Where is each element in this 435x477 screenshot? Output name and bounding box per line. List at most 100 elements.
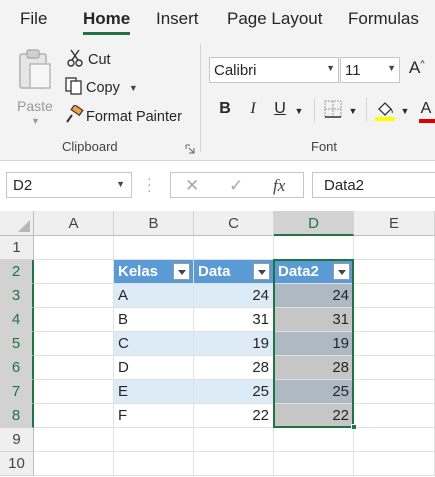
cell-e8[interactable] [354, 404, 435, 428]
table-cell[interactable]: 22 [194, 404, 274, 428]
cell-d9[interactable] [274, 428, 354, 452]
tab-home[interactable]: Home [83, 9, 130, 29]
table-cell[interactable]: 28 [274, 356, 354, 380]
cell-e2[interactable] [354, 260, 435, 284]
cell-c10[interactable] [194, 452, 274, 476]
row-header-2[interactable]: 2 [0, 260, 34, 284]
font-color-button[interactable]: A [417, 100, 435, 123]
cell-c9[interactable] [194, 428, 274, 452]
italic-button[interactable]: I [244, 100, 262, 122]
dialog-launcher-icon[interactable] [185, 141, 195, 154]
cell-a3[interactable] [34, 284, 114, 308]
format-painter-button[interactable]: Format Painter [64, 103, 182, 129]
chevron-down-icon[interactable]: ▼ [399, 100, 411, 122]
cell-e5[interactable] [354, 332, 435, 356]
column-header-b[interactable]: B [114, 211, 194, 236]
increase-font-size-button[interactable]: A^ [409, 58, 425, 78]
table-cell[interactable]: F [114, 404, 194, 428]
select-all-button[interactable] [0, 211, 34, 236]
chevron-down-icon[interactable]: ▼ [129, 83, 138, 93]
fill-handle[interactable] [351, 424, 357, 430]
font-size-select[interactable]: 11 ▼ [340, 57, 400, 83]
copy-button[interactable]: Copy ▼ [64, 76, 138, 100]
filter-dropdown-icon[interactable] [173, 263, 190, 280]
cell-e3[interactable] [354, 284, 435, 308]
fill-color-icon[interactable] [374, 100, 396, 122]
table-cell[interactable]: 19 [274, 332, 354, 356]
filter-dropdown-icon[interactable] [333, 263, 350, 280]
paste-button[interactable]: Paste ▼ [12, 46, 58, 130]
cell-a8[interactable] [34, 404, 114, 428]
cell-a6[interactable] [34, 356, 114, 380]
cell-a7[interactable] [34, 380, 114, 404]
cell-e9[interactable] [354, 428, 435, 452]
function-icon[interactable]: fx [273, 176, 285, 196]
row-header-5[interactable]: 5 [0, 332, 34, 356]
formula-input[interactable]: Data2 [312, 172, 435, 198]
cell-e4[interactable] [354, 308, 435, 332]
table-cell[interactable]: C [114, 332, 194, 356]
column-header-d[interactable]: D [274, 211, 354, 236]
cell-d1[interactable] [274, 236, 354, 260]
cell-a10[interactable] [34, 452, 114, 476]
name-box[interactable]: D2 ▼ [6, 172, 132, 198]
cell-d10[interactable] [274, 452, 354, 476]
cell-a1[interactable] [34, 236, 114, 260]
cell-e1[interactable] [354, 236, 435, 260]
filter-dropdown-icon[interactable] [253, 263, 270, 280]
table-cell[interactable]: A [114, 284, 194, 308]
table-header-data[interactable]: Data [194, 260, 274, 284]
table-cell[interactable]: 31 [194, 308, 274, 332]
cell-a5[interactable] [34, 332, 114, 356]
cell-e7[interactable] [354, 380, 435, 404]
tab-insert[interactable]: Insert [156, 9, 199, 29]
table-cell[interactable]: 25 [274, 380, 354, 404]
row-header-9[interactable]: 9 [0, 428, 34, 452]
cell-b9[interactable] [114, 428, 194, 452]
check-icon[interactable]: ✓ [229, 176, 243, 196]
drag-handle-icon[interactable]: · · · [147, 171, 152, 197]
underline-button[interactable]: U [271, 100, 289, 122]
cell-a4[interactable] [34, 308, 114, 332]
cell-a9[interactable] [34, 428, 114, 452]
table-cell[interactable]: 24 [274, 284, 354, 308]
row-header-10[interactable]: 10 [0, 452, 34, 476]
row-header-6[interactable]: 6 [0, 356, 34, 380]
row-header-7[interactable]: 7 [0, 380, 34, 404]
table-cell[interactable]: 25 [194, 380, 274, 404]
table-cell[interactable]: 31 [274, 308, 354, 332]
chevron-down-icon[interactable]: ▼ [293, 100, 305, 122]
cell-a2[interactable] [34, 260, 114, 284]
cut-button[interactable]: Cut [66, 48, 111, 72]
table-header-kelas[interactable]: Kelas [114, 260, 194, 284]
row-header-8[interactable]: 8 [0, 404, 34, 428]
row-header-4[interactable]: 4 [0, 308, 34, 332]
table-cell[interactable]: 19 [194, 332, 274, 356]
bold-button[interactable]: B [216, 100, 234, 122]
cell-e10[interactable] [354, 452, 435, 476]
row-header-1[interactable]: 1 [0, 236, 34, 260]
scissors-icon [66, 48, 88, 72]
table-cell[interactable]: 24 [194, 284, 274, 308]
table-cell[interactable]: D [114, 356, 194, 380]
table-cell[interactable]: B [114, 308, 194, 332]
tab-file[interactable]: File [20, 9, 47, 29]
cell-b1[interactable] [114, 236, 194, 260]
tab-page-layout[interactable]: Page Layout [227, 9, 322, 29]
cell-c1[interactable] [194, 236, 274, 260]
font-family-select[interactable]: Calibri ▼ [209, 57, 339, 83]
cell-b10[interactable] [114, 452, 194, 476]
column-header-e[interactable]: E [354, 211, 435, 236]
table-cell[interactable]: 22 [274, 404, 354, 428]
column-header-a[interactable]: A [34, 211, 114, 236]
chevron-down-icon[interactable]: ▼ [347, 100, 359, 122]
column-header-c[interactable]: C [194, 211, 274, 236]
table-header-data2[interactable]: Data2 [274, 260, 354, 284]
table-cell[interactable]: E [114, 380, 194, 404]
table-cell[interactable]: 28 [194, 356, 274, 380]
cell-e6[interactable] [354, 356, 435, 380]
row-header-3[interactable]: 3 [0, 284, 34, 308]
x-icon[interactable]: ✕ [185, 176, 199, 196]
borders-icon[interactable] [322, 100, 344, 122]
tab-formulas[interactable]: Formulas [348, 9, 419, 29]
